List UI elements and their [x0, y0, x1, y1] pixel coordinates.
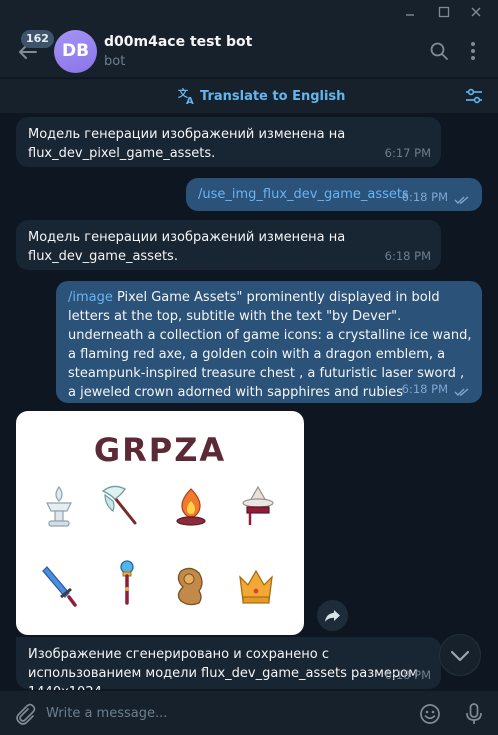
unread-count-badge: 162 — [21, 30, 54, 48]
message-input[interactable] — [46, 701, 396, 725]
chevron-down-icon — [450, 650, 470, 662]
message-time: 6:17 PM — [384, 146, 431, 160]
generated-image[interactable]: GRPZA — [16, 411, 304, 635]
share-arrow-icon — [325, 610, 340, 622]
smiley-icon — [420, 704, 440, 724]
message-bubble-incoming[interactable]: Изображение сгенерировано и сохранено с … — [16, 637, 441, 700]
sliders-icon — [466, 88, 482, 104]
maximize-icon[interactable] — [435, 3, 453, 21]
paperclip-icon — [16, 703, 36, 725]
message-time: 6:18 PM — [401, 382, 448, 396]
chat-header: 162 DB d00m4ace test bot bot — [0, 24, 498, 78]
message-bubble-outgoing[interactable]: /image Pixel Game Assets" prominently di… — [56, 281, 482, 403]
chat-subtitle: bot — [104, 54, 126, 69]
ice-axe-icon — [101, 485, 137, 525]
scroll-to-bottom-button[interactable] — [439, 634, 481, 676]
minimize-icon[interactable] — [401, 3, 419, 21]
message-time: 6:18 PM — [401, 190, 448, 204]
more-menu-button[interactable] — [462, 40, 484, 62]
translate-bar: 文 A Translate to English — [0, 79, 498, 113]
message-bubble-incoming[interactable]: Модель генерации изображений изменена на… — [16, 220, 441, 270]
attach-button[interactable] — [12, 702, 36, 726]
message-text: Модель генерации изображений изменена на… — [28, 230, 346, 264]
message-time: 6:18 PM — [384, 668, 431, 682]
more-vertical-icon — [471, 42, 475, 60]
message-text: Модель генерации изображений изменена на… — [28, 127, 346, 161]
translate-label: Translate to English — [200, 88, 346, 104]
fire-brazier-icon — [176, 488, 206, 526]
message-command-link[interactable]: /image — [68, 290, 113, 305]
avatar[interactable]: DB — [54, 30, 97, 73]
translate-button[interactable]: 文 A Translate to English — [178, 87, 345, 105]
voice-message-button[interactable] — [462, 702, 486, 726]
message-bubble-incoming[interactable]: Модель генерации изображений изменена на… — [16, 117, 441, 167]
translate-icon: 文 A — [178, 87, 194, 105]
ice-fountain-icon — [46, 485, 72, 527]
search-icon — [430, 42, 448, 60]
blue-sword-icon — [42, 566, 77, 607]
forward-button[interactable] — [317, 600, 348, 631]
wizard-hat-icon — [242, 485, 274, 525]
jeweled-scepter-icon — [120, 560, 134, 605]
chat-title[interactable]: d00m4ace test bot — [104, 34, 252, 50]
search-button[interactable] — [428, 40, 450, 62]
emoji-button[interactable] — [418, 702, 442, 726]
window-titlebar — [0, 0, 498, 24]
treasure-sack-icon — [177, 567, 203, 606]
message-bubble-outgoing[interactable]: /use_img_flux_dev_game_assets 6:18 PM — [186, 178, 482, 211]
image-title-text: GRPZA — [93, 431, 227, 469]
translate-settings-button[interactable] — [464, 86, 484, 106]
compose-bar — [0, 690, 498, 735]
message-time: 6:18 PM — [384, 249, 431, 263]
close-icon[interactable] — [467, 3, 485, 21]
golden-crown-icon — [239, 569, 273, 604]
double-check-icon — [454, 388, 469, 396]
svg-text:A: A — [186, 96, 194, 105]
double-check-icon — [454, 196, 469, 204]
microphone-icon — [466, 703, 482, 724]
